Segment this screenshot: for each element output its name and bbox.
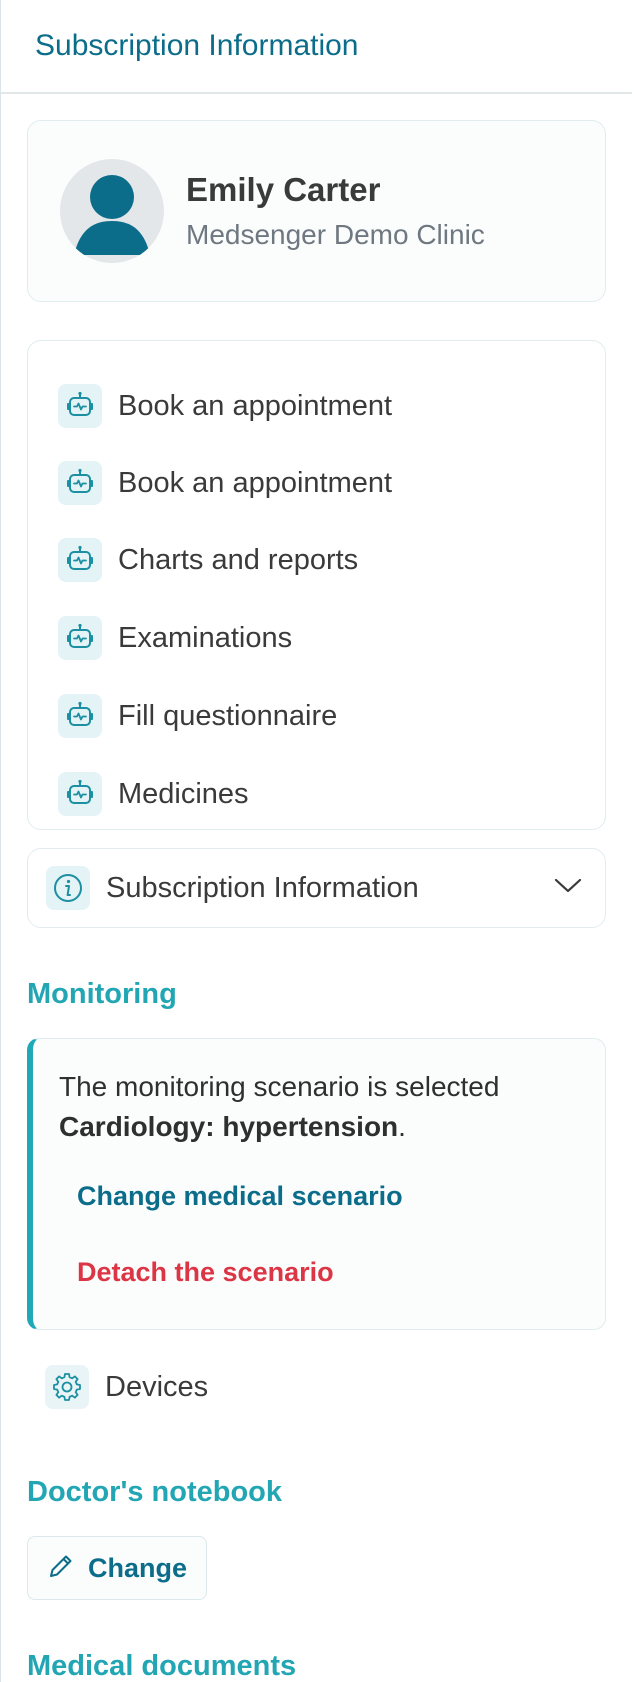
action-label: Examinations [118, 621, 293, 654]
panel-header: Subscription Information [1, 0, 632, 94]
info-icon [46, 866, 90, 910]
action-label: Charts and reports [118, 543, 359, 576]
detach-scenario-link[interactable]: Detach the scenario [77, 1255, 605, 1289]
subscription-panel: Subscription Information Emily Carter Me… [0, 0, 632, 1682]
devices-item[interactable]: Devices [27, 1362, 606, 1412]
user-silhouette-icon [74, 175, 150, 255]
patient-info: Emily Carter Medsenger Demo Clinic [186, 170, 485, 252]
scenario-name: Cardiology: hypertension [59, 1111, 399, 1142]
subscription-info-label: Subscription Information [106, 871, 419, 904]
action-fill-questionnaire[interactable]: Fill questionnaire [28, 677, 605, 755]
pencil-icon [46, 1551, 76, 1586]
medical-documents-heading: Medical documents [27, 1650, 297, 1682]
chevron-down-icon [553, 877, 583, 900]
robot-icon [58, 772, 102, 816]
patient-card: Emily Carter Medsenger Demo Clinic [27, 120, 606, 302]
change-label: Change [88, 1552, 188, 1583]
robot-icon [58, 694, 102, 738]
patient-name: Emily Carter [186, 171, 381, 208]
devices-label: Devices [105, 1370, 209, 1403]
clinic-name: Medsenger Demo Clinic [186, 219, 485, 250]
monitoring-card: The monitoring scenario is selected Card… [27, 1038, 606, 1330]
monitoring-text: The monitoring scenario is selected [59, 1071, 500, 1102]
notebook-change-button[interactable]: Change [27, 1536, 207, 1600]
robot-icon [58, 384, 102, 428]
change-scenario-link[interactable]: Change medical scenario [77, 1179, 605, 1213]
notebook-heading: Doctor's notebook [27, 1476, 283, 1508]
action-charts-reports[interactable]: Charts and reports [28, 521, 605, 599]
monitoring-description: The monitoring scenario is selected Card… [59, 1067, 605, 1147]
robot-icon [58, 616, 102, 660]
monitoring-heading: Monitoring [27, 978, 177, 1010]
action-book-appointment-2[interactable]: Book an appointment [28, 445, 605, 521]
action-label: Medicines [118, 777, 249, 810]
robot-icon [58, 538, 102, 582]
robot-icon [58, 461, 102, 505]
page-title: Subscription Information [35, 29, 359, 62]
subscription-info-toggle[interactable]: Subscription Information [27, 848, 606, 928]
action-label: Book an appointment [118, 389, 393, 422]
action-medicines[interactable]: Medicines [28, 755, 605, 833]
actions-list: Book an appointment Book an appointment … [27, 340, 606, 830]
monitoring-text-suffix: . [398, 1111, 406, 1142]
action-label: Book an appointment [118, 466, 393, 499]
avatar [60, 159, 164, 263]
panel-content: Emily Carter Medsenger Demo Clinic Book … [1, 94, 632, 1682]
action-book-appointment-1[interactable]: Book an appointment [28, 367, 605, 445]
action-label: Fill questionnaire [118, 699, 338, 732]
action-examinations[interactable]: Examinations [28, 599, 605, 677]
gear-icon [45, 1365, 89, 1409]
